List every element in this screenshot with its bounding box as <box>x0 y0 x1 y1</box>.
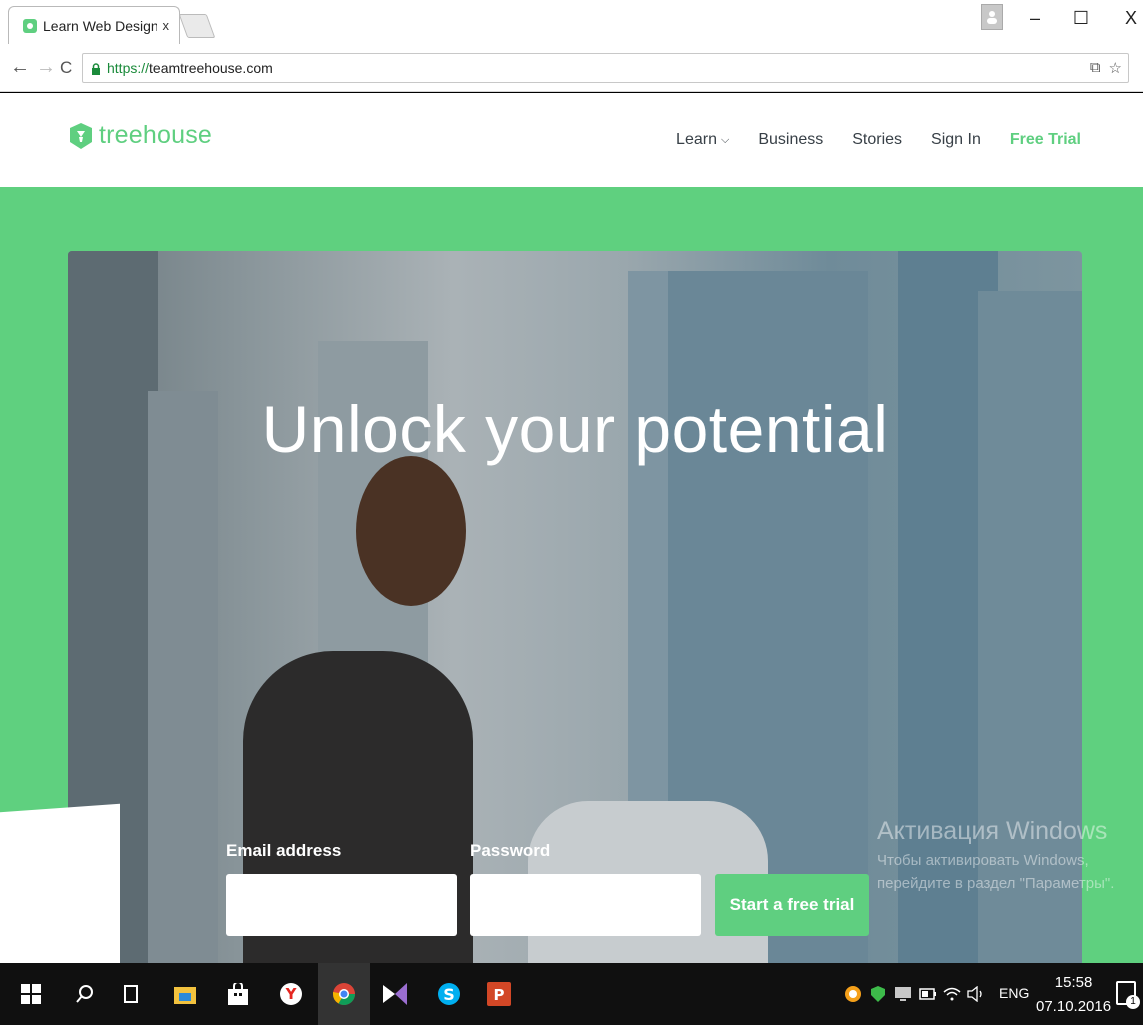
translate-icon[interactable]: ⧉ <box>1090 59 1101 77</box>
watermark-line: перейдите в раздел "Параметры". <box>877 875 1115 892</box>
tab-close-icon[interactable]: x <box>163 18 170 33</box>
lock-icon <box>91 62 101 75</box>
tray-app-orange-icon[interactable] <box>843 981 863 1007</box>
search-icon[interactable] <box>72 981 98 1007</box>
url-text: https://teamtreehouse.com <box>107 60 273 76</box>
windows-start-icon[interactable] <box>18 981 44 1007</box>
nav-learn[interactable]: Learn ⌵ <box>676 131 729 149</box>
svg-text:S: S <box>443 985 455 1004</box>
svg-text:Y: Y <box>285 985 298 1003</box>
treehouse-logo[interactable]: treehouse <box>68 121 212 150</box>
nav-free-trial[interactable]: Free Trial <box>1010 131 1081 149</box>
windows-activation-watermark: Активация Windows Чтобы активировать Win… <box>877 817 1114 892</box>
minimize-button[interactable]: – <box>1020 8 1050 29</box>
bookmark-star-icon[interactable]: ☆ <box>1109 59 1122 77</box>
clock-time: 15:58 <box>1054 974 1093 991</box>
action-center-icon[interactable]: 1 <box>1116 981 1140 1009</box>
browser-toolbar: ← → C https://teamtreehouse.com ⧉ ☆ <box>0 44 1143 92</box>
address-bar[interactable]: https://teamtreehouse.com ⧉ ☆ <box>82 53 1129 83</box>
browser-tab-active[interactable]: Learn Web Design, W x <box>8 6 180 44</box>
watermark-line: Чтобы активировать Windows, <box>877 852 1089 869</box>
nav-sign-in[interactable]: Sign In <box>931 131 981 149</box>
chevron-down-icon: ⌵ <box>720 133 730 146</box>
tab-title: Learn Web Design, W <box>43 17 157 34</box>
volume-icon[interactable] <box>966 981 986 1007</box>
hero-title: Unlock your potential <box>261 392 889 466</box>
password-label: Password <box>470 841 551 860</box>
logo-text: treehouse <box>99 121 212 149</box>
new-tab-button[interactable] <box>178 14 216 38</box>
forward-arrow-icon[interactable]: → <box>36 56 56 79</box>
site-header: treehouse Learn ⌵ Business Stories Sign I… <box>0 93 1143 187</box>
maximize-button[interactable]: ☐ <box>1066 8 1096 29</box>
close-window-button[interactable]: X <box>1116 8 1143 29</box>
tray-display-icon[interactable] <box>893 981 913 1007</box>
wifi-icon[interactable] <box>942 981 962 1007</box>
notification-count-badge: 1 <box>1126 995 1140 1009</box>
chrome-icon[interactable] <box>331 981 357 1007</box>
skype-icon[interactable]: S <box>436 981 462 1007</box>
browser-tabbar: Learn Web Design, W x – ☐ X <box>0 0 1143 44</box>
hero-building <box>148 391 218 963</box>
task-view-icon[interactable] <box>118 981 144 1007</box>
user-profile-icon[interactable] <box>981 4 1003 30</box>
tray-shield-icon[interactable] <box>868 981 888 1007</box>
windows-taskbar: Y S P ENG 15:58 07.10.2016 1 <box>0 963 1143 1025</box>
email-label: Email address <box>226 841 342 860</box>
clock-date: 07.10.2016 <box>1036 998 1112 1015</box>
watermark-title: Активация Windows <box>877 817 1108 845</box>
powerpoint-icon[interactable]: P <box>486 981 512 1007</box>
battery-icon[interactable] <box>918 981 938 1007</box>
back-arrow-icon[interactable]: ← <box>10 56 30 79</box>
page-viewport: treehouse Learn ⌵ Business Stories Sign I… <box>0 93 1143 963</box>
treehouse-logo-icon <box>70 122 92 149</box>
nav-stories[interactable]: Stories <box>852 131 902 149</box>
svg-text:P: P <box>494 986 505 1004</box>
visual-studio-icon[interactable] <box>382 981 408 1007</box>
hero-person-head <box>356 456 466 606</box>
store-icon[interactable] <box>225 981 251 1007</box>
page-wave-decoration <box>0 803 120 963</box>
reload-icon[interactable]: C <box>60 58 72 78</box>
language-indicator[interactable]: ENG <box>999 985 1029 1001</box>
email-input[interactable] <box>226 874 457 936</box>
taskbar-clock[interactable]: 15:58 07.10.2016 <box>1036 971 1111 1019</box>
password-input[interactable] <box>470 874 701 936</box>
treehouse-favicon-icon <box>23 18 37 33</box>
yandex-browser-icon[interactable]: Y <box>278 981 304 1007</box>
main-nav: Learn ⌵ Business Stories Sign In Free Tri… <box>676 131 1081 149</box>
nav-business[interactable]: Business <box>758 131 823 149</box>
file-explorer-icon[interactable] <box>172 981 198 1007</box>
start-free-trial-button[interactable]: Start a free trial <box>715 874 869 936</box>
